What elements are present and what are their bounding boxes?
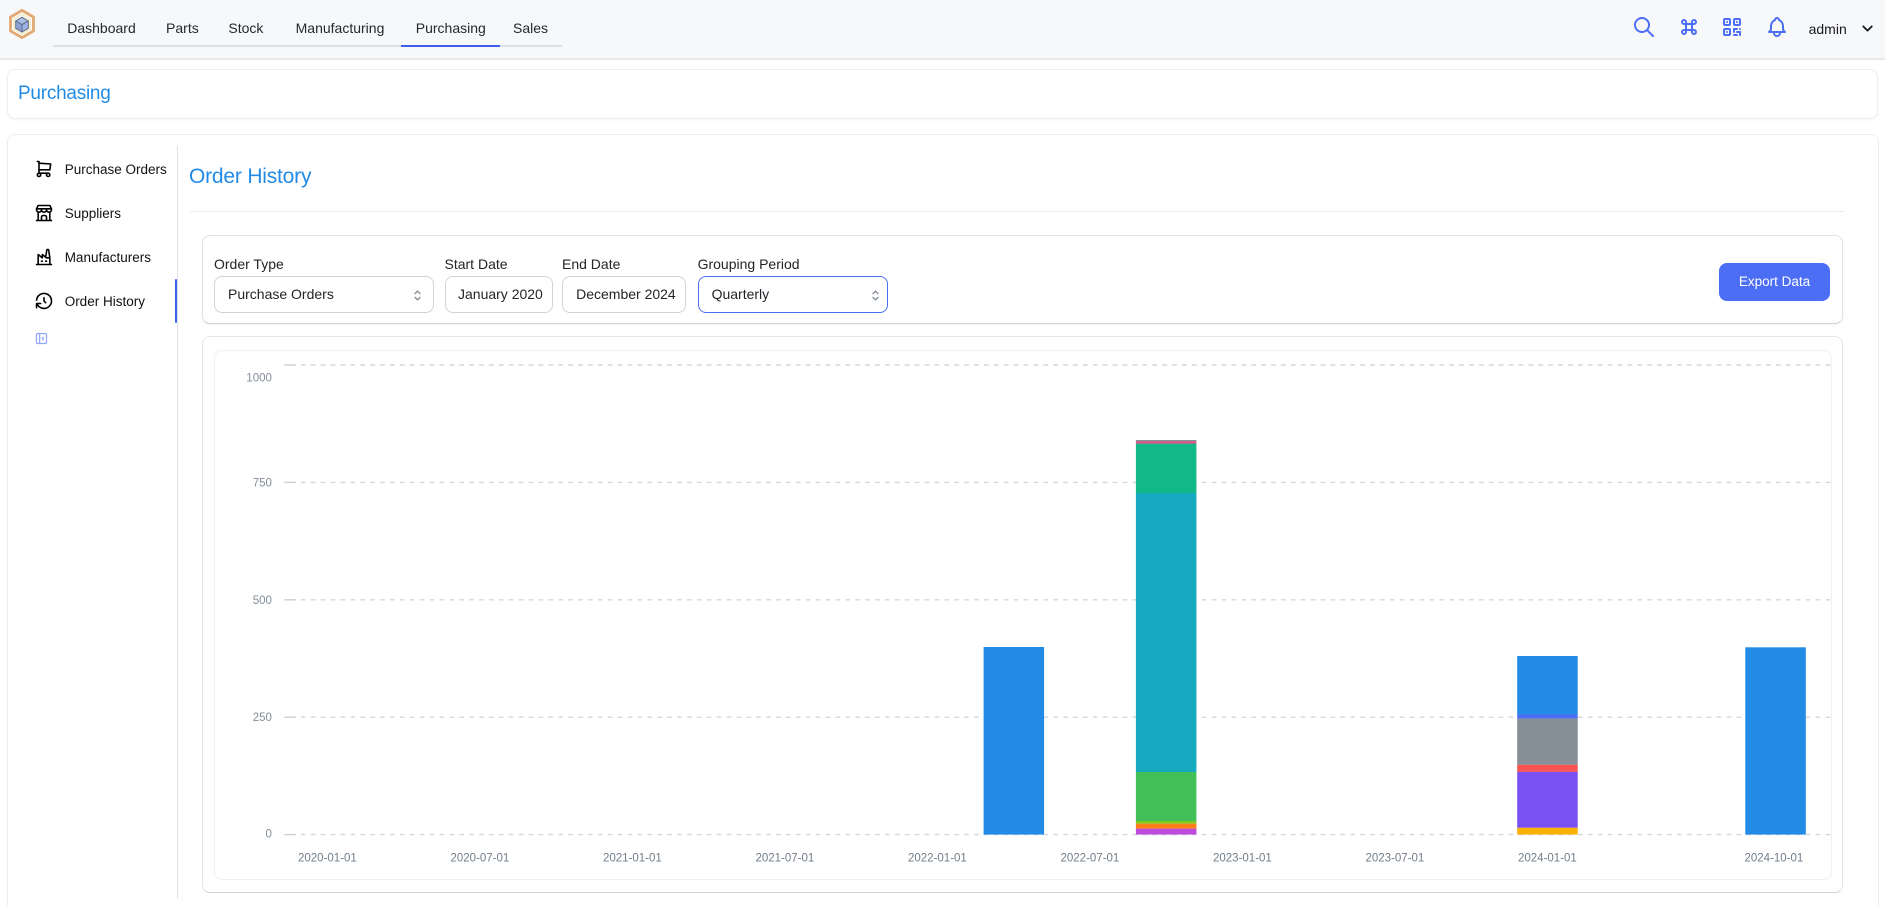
svg-text:2022-01-01: 2022-01-01	[908, 853, 967, 865]
svg-text:250: 250	[252, 712, 271, 724]
svg-text:2023-01-01: 2023-01-01	[1213, 853, 1272, 865]
svg-text:0: 0	[265, 828, 271, 840]
svg-text:750: 750	[252, 477, 271, 489]
svg-text:1000: 1000	[246, 373, 272, 385]
svg-text:2024-01-01: 2024-01-01	[1518, 853, 1577, 865]
svg-text:500: 500	[252, 595, 271, 607]
svg-text:2023-07-01: 2023-07-01	[1365, 853, 1424, 865]
svg-text:2020-01-01: 2020-01-01	[298, 853, 357, 865]
svg-text:2021-07-01: 2021-07-01	[755, 853, 814, 865]
svg-text:2021-01-01: 2021-01-01	[603, 853, 662, 865]
svg-text:2022-07-01: 2022-07-01	[1060, 853, 1119, 865]
svg-text:2020-07-01: 2020-07-01	[450, 853, 509, 865]
svg-text:2024-10-01: 2024-10-01	[1744, 853, 1803, 865]
